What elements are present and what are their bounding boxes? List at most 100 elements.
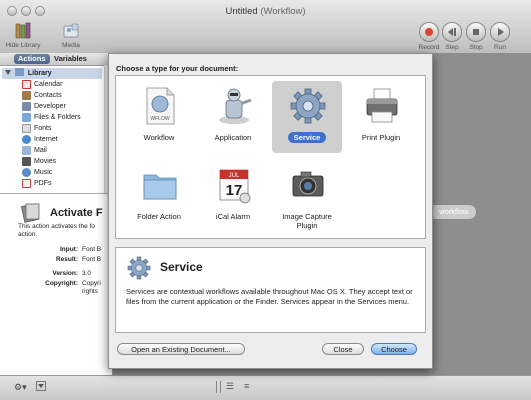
type-service[interactable]: Service [272, 81, 342, 153]
type-label-selected: Service [287, 132, 327, 143]
version-row: Version: 3.0 [20, 270, 91, 278]
library-item-movies[interactable]: Movies [22, 156, 57, 167]
copyright-value-2: rights [82, 288, 98, 295]
type-application[interactable]: Application [198, 81, 268, 153]
result-label: Result: [55, 256, 78, 263]
library-tabs: Actions Variables [0, 53, 112, 66]
wflow-text: WFLOW [150, 116, 169, 122]
automator-window: Untitled (Workflow) Hide Library Media R… [0, 0, 531, 400]
list-icon: ☰ [226, 381, 235, 391]
printer-icon [366, 88, 398, 123]
ical-calendar-icon: JUL 17 [219, 169, 251, 204]
type-workflow[interactable]: WFLOW Workflow [124, 81, 194, 153]
version-value: 3.0 [82, 270, 92, 277]
calendar-icon [22, 80, 31, 89]
library-item-files-folders[interactable]: Files & Folders [22, 112, 81, 123]
library-item-contacts[interactable]: Contacts [22, 90, 62, 101]
library-item-developer[interactable]: Developer [22, 101, 66, 112]
type-folder-action[interactable]: Folder Action [124, 160, 194, 232]
window-title: Untitled (Workflow) [0, 6, 531, 17]
ical-month: JUL [229, 173, 240, 179]
ical-day: 17 [226, 182, 243, 199]
globe-icon [22, 135, 31, 144]
type-image-capture-plugin[interactable]: Image Capture Plugin [272, 160, 342, 232]
library-item-label: Files & Folders [34, 114, 81, 121]
movies-icon [22, 157, 31, 166]
type-label: Application [214, 133, 252, 142]
lines-icon: ≡ [244, 381, 250, 391]
stop-label: Stop [469, 44, 483, 51]
type-label: Image Capture Plugin [282, 212, 332, 230]
library-root-label: Library [27, 70, 52, 77]
pdf-icon [22, 179, 31, 188]
hide-library-label: Hide Library [5, 42, 41, 49]
hide-library-button[interactable]: Hide Library [3, 22, 43, 49]
choose-button[interactable]: Choose [371, 343, 417, 355]
library-item-calendar[interactable]: Calendar [22, 79, 63, 90]
run-icon [490, 22, 510, 42]
library-item-label: Contacts [34, 92, 62, 99]
library-item-label: Fonts [34, 125, 52, 132]
camera-icon [292, 171, 324, 197]
gear-icon: ⚙▾ [14, 382, 27, 392]
library-item-music[interactable]: Music [22, 167, 53, 178]
library-item-mail[interactable]: Mail [22, 145, 47, 156]
sheet-title: Choose a type for your document: [116, 64, 239, 73]
fonts-icon [22, 124, 31, 133]
copyright-row: Copyright: Copyri rights [20, 280, 101, 296]
splitter-handle[interactable] [216, 381, 221, 393]
chevron-down-icon [38, 384, 44, 388]
contacts-icon [22, 91, 31, 100]
type-label: Workflow [143, 133, 175, 142]
step-label: Step [445, 44, 459, 51]
type-label: Print Plugin [361, 133, 401, 142]
library-item-fonts[interactable]: Fonts [22, 123, 52, 134]
run-button[interactable]: Run [482, 22, 518, 51]
title-bar: Untitled (Workflow) Hide Library Media R… [0, 0, 531, 54]
close-button[interactable]: Close [322, 343, 364, 355]
document-type-grid: WFLOW Workflow Application Service Print… [115, 75, 426, 239]
library-item-label: Calendar [34, 81, 63, 88]
type-ical-alarm[interactable]: JUL 17 iCal Alarm [198, 160, 268, 232]
mail-icon [22, 146, 31, 155]
media-button[interactable]: Media [56, 22, 86, 49]
tab-actions[interactable]: Actions [14, 54, 50, 64]
list-view-button[interactable]: ☰ [226, 381, 238, 391]
library-icon [15, 22, 31, 39]
disclosure-triangle-icon [5, 70, 11, 75]
copyright-label: Copyright: [45, 280, 78, 287]
tab-variables[interactable]: Variables [50, 54, 91, 64]
run-label: Run [494, 44, 506, 51]
copyright-value: Copyri [82, 280, 101, 287]
window-title-mode: (Workflow) [260, 6, 306, 17]
library-item-label: Music [34, 169, 53, 176]
type-label: Folder Action [137, 212, 181, 221]
bottom-bar: ⚙▾ ☰ ≡ [0, 375, 531, 400]
workflow-document-icon: WFLOW [146, 87, 175, 125]
library-pane: Actions Variables Library Calendar Conta… [0, 53, 113, 376]
log-view-button[interactable]: ≡ [244, 381, 256, 391]
result-row: Result: Font B [20, 256, 101, 264]
service-gear-icon [127, 256, 151, 280]
library-item-pdfs[interactable]: PDFs [22, 178, 52, 189]
action-title: Activate F [50, 207, 103, 219]
font-book-icon [21, 203, 40, 223]
library-item-label: Movies [34, 158, 57, 165]
library-item-label: PDFs [34, 180, 52, 187]
action-description-line1: This action activates the fo [18, 223, 95, 230]
media-icon [63, 23, 79, 38]
document-type-sheet: Choose a type for your document: WFLOW W… [108, 53, 433, 369]
library-item-label: Developer [34, 103, 66, 110]
library-item-internet[interactable]: Internet [22, 134, 58, 145]
developer-icon [22, 102, 31, 111]
library-root-row[interactable]: Library [2, 68, 102, 79]
gear-menu-button[interactable]: ⚙▾ [14, 381, 30, 393]
media-label: Media [62, 42, 80, 49]
type-label: Service [272, 132, 342, 143]
input-value: Font B [82, 246, 102, 253]
music-icon [22, 168, 31, 177]
open-existing-document-button[interactable]: Open an Existing Document... [117, 343, 245, 355]
toggle-description-button[interactable] [36, 381, 46, 391]
type-print-plugin[interactable]: Print Plugin [346, 81, 416, 153]
type-info-panel: Service Services are contextual workflow… [115, 247, 426, 333]
